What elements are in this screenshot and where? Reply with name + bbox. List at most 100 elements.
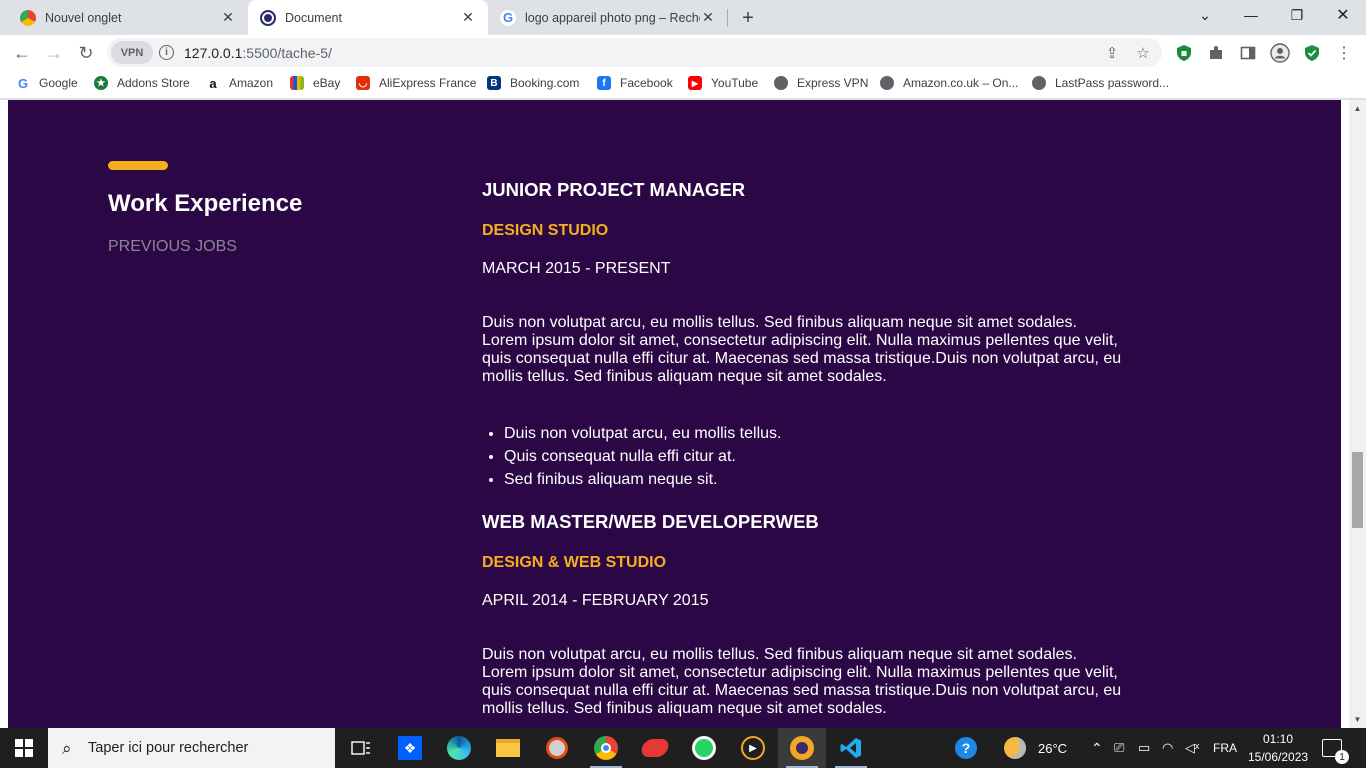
work-experience-section: Work Experience PREVIOUS JOBS JUNIOR PRO… <box>8 100 1341 728</box>
facebook-icon: f <box>597 76 611 90</box>
file-explorer-icon[interactable] <box>484 728 532 768</box>
section-subtitle: PREVIOUS JOBS <box>108 238 237 255</box>
bookmark-youtube[interactable]: ▶ YouTube <box>688 76 758 90</box>
media-player-icon[interactable]: ▶ <box>729 728 777 768</box>
bookmark-label: Booking.com <box>510 76 580 90</box>
bookmark-facebook[interactable]: f Facebook <box>597 76 673 90</box>
search-icon: ⌕ <box>62 739 72 758</box>
clock-date: 15/06/2023 <box>1248 750 1309 764</box>
aliexpress-icon: ◡ <box>356 76 370 90</box>
bookmark-label: Amazon <box>229 76 274 90</box>
taskbar-clock[interactable]: 01:10 15/06/2023 <box>1248 730 1308 766</box>
close-icon[interactable]: ✕ <box>220 9 236 26</box>
bookmark-label: Facebook <box>620 76 673 90</box>
clock-time: 01:10 <box>1262 732 1294 746</box>
meet-now-icon[interactable]: ⎚ <box>1114 728 1124 768</box>
whatsapp-icon[interactable] <box>680 728 728 768</box>
tab-divider <box>727 9 728 27</box>
tab-nouvel-onglet[interactable]: Nouvel onglet ✕ <box>8 0 248 35</box>
help-icon[interactable]: ? <box>955 728 977 768</box>
new-tab-button[interactable]: + <box>736 6 760 30</box>
windows-logo-icon <box>15 739 33 757</box>
bookmark-express-vpn[interactable]: Express VPN <box>774 76 868 90</box>
windows-start-button[interactable] <box>0 728 48 768</box>
job-description: Duis non volutpat arcu, eu mollis tellus… <box>482 314 1122 385</box>
url-path: :5500/tache-5/ <box>242 45 332 61</box>
bookmark-label: LastPass password... <box>1055 76 1170 90</box>
menu-kebab-icon[interactable]: ⋮ <box>1334 43 1354 63</box>
job-title: WEB MASTER/WEB DEVELOPERWEB <box>482 511 819 532</box>
job-bullet-list: Duis non volutpat arcu, eu mollis tellus… <box>482 422 1122 491</box>
tab-document[interactable]: Document ✕ <box>248 0 488 35</box>
addons-store-icon: ★ <box>94 76 108 90</box>
dropbox-icon[interactable]: ❖ <box>386 728 434 768</box>
language-indicator[interactable]: FRA <box>1213 728 1237 768</box>
bookmark-aliexpress[interactable]: ◡ AliExpress France <box>356 76 476 90</box>
weather-moon-icon <box>1004 737 1026 759</box>
bookmark-label: Google <box>39 76 78 90</box>
vpn-shield-app-icon[interactable] <box>778 728 826 768</box>
scroll-up-arrow-icon[interactable]: ▲ <box>1349 100 1366 117</box>
url-text[interactable]: 127.0.0.1:5500/tache-5/ <box>184 45 332 61</box>
list-item: Quis consequat nulla effi citur at. <box>504 445 1122 468</box>
search-placeholder: Taper ici pour rechercher <box>88 740 249 756</box>
weather-widget[interactable]: 26°C <box>1004 728 1067 768</box>
battery-icon[interactable]: ▭ <box>1138 728 1150 768</box>
bookmarks-bar: G Google ★ Addons Store a Amazon eBay ◡ AliE… <box>0 70 1366 99</box>
shield-extension-icon[interactable] <box>1174 43 1194 63</box>
job-date: APRIL 2014 - FEBRUARY 2015 <box>482 592 709 609</box>
globe-icon <box>880 76 894 90</box>
list-item: Duis non volutpat arcu, eu mollis tellus… <box>504 422 1122 445</box>
task-view-icon[interactable] <box>337 728 385 768</box>
bookmark-google[interactable]: G Google <box>16 76 78 91</box>
google-icon: G <box>500 9 516 26</box>
extensions-puzzle-icon[interactable] <box>1206 43 1226 63</box>
wifi-icon[interactable]: ◠ <box>1162 728 1173 768</box>
profile-avatar-icon[interactable] <box>1270 43 1290 63</box>
bookmark-ebay[interactable]: eBay <box>290 76 340 90</box>
taskbar-search-box[interactable]: ⌕ Taper ici pour rechercher <box>48 728 335 768</box>
amazon-icon: a <box>206 76 220 91</box>
tab-search-chevron-icon[interactable]: ⌄ <box>1182 0 1228 30</box>
restore-button[interactable]: ❐ <box>1274 0 1320 30</box>
tab-google-search[interactable]: G logo appareil photo png – Reche ✕ <box>488 0 728 35</box>
vscode-icon[interactable] <box>827 728 875 768</box>
edge-browser-icon[interactable] <box>435 728 483 768</box>
job-entry: WEB MASTER/WEB DEVELOPERWEB DESIGN & WEB… <box>482 511 1122 718</box>
bookmark-label: AliExpress France <box>379 76 477 90</box>
bookmark-addons-store[interactable]: ★ Addons Store <box>94 76 190 90</box>
site-info-icon[interactable]: i <box>159 45 174 60</box>
ebay-icon <box>290 76 304 90</box>
close-window-button[interactable]: ✕ <box>1320 0 1366 30</box>
close-icon[interactable]: ✕ <box>700 9 716 26</box>
bookmark-booking[interactable]: B Booking.com <box>487 76 579 90</box>
bookmark-label: eBay <box>313 76 341 90</box>
bookmark-amazon[interactable]: a Amazon <box>206 76 274 91</box>
red-app-icon[interactable] <box>631 728 679 768</box>
youtube-icon: ▶ <box>688 76 702 90</box>
forward-arrow-icon[interactable]: → <box>40 39 68 67</box>
vpn-badge[interactable]: VPN <box>111 41 153 64</box>
scrollbar-thumb[interactable] <box>1352 452 1363 528</box>
show-hidden-icons-chevron-icon[interactable]: ⌃ <box>1091 728 1103 768</box>
chrome-icon[interactable] <box>582 728 630 768</box>
back-arrow-icon[interactable]: ← <box>8 39 36 67</box>
security-check-icon[interactable] <box>1302 43 1322 63</box>
bookmark-label: Amazon.co.uk – On... <box>903 76 1019 90</box>
share-icon[interactable]: ⇪ <box>1103 44 1121 62</box>
bookmark-star-icon[interactable]: ☆ <box>1134 44 1152 62</box>
reload-icon[interactable]: ↻ <box>72 39 100 67</box>
scroll-down-arrow-icon[interactable]: ▼ <box>1349 711 1366 728</box>
page-scrollbar[interactable]: ▲ ▼ <box>1349 100 1366 728</box>
address-bar[interactable]: VPN i 127.0.0.1:5500/tache-5/ ⇪ ☆ <box>107 38 1162 67</box>
minimize-button[interactable]: — <box>1228 0 1274 30</box>
bookmark-lastpass[interactable]: LastPass password... <box>1032 76 1169 90</box>
notification-center-icon[interactable]: 1 <box>1322 728 1349 768</box>
side-panel-icon[interactable] <box>1238 43 1258 63</box>
url-host: 127.0.0.1 <box>184 45 243 61</box>
close-icon[interactable]: ✕ <box>460 9 476 26</box>
bookmark-amazon-uk[interactable]: Amazon.co.uk – On... <box>880 76 1018 90</box>
paint-app-icon[interactable] <box>533 728 581 768</box>
volume-muted-icon[interactable]: ◁ˣ <box>1185 728 1199 768</box>
job-date: MARCH 2015 - PRESENT <box>482 260 671 277</box>
